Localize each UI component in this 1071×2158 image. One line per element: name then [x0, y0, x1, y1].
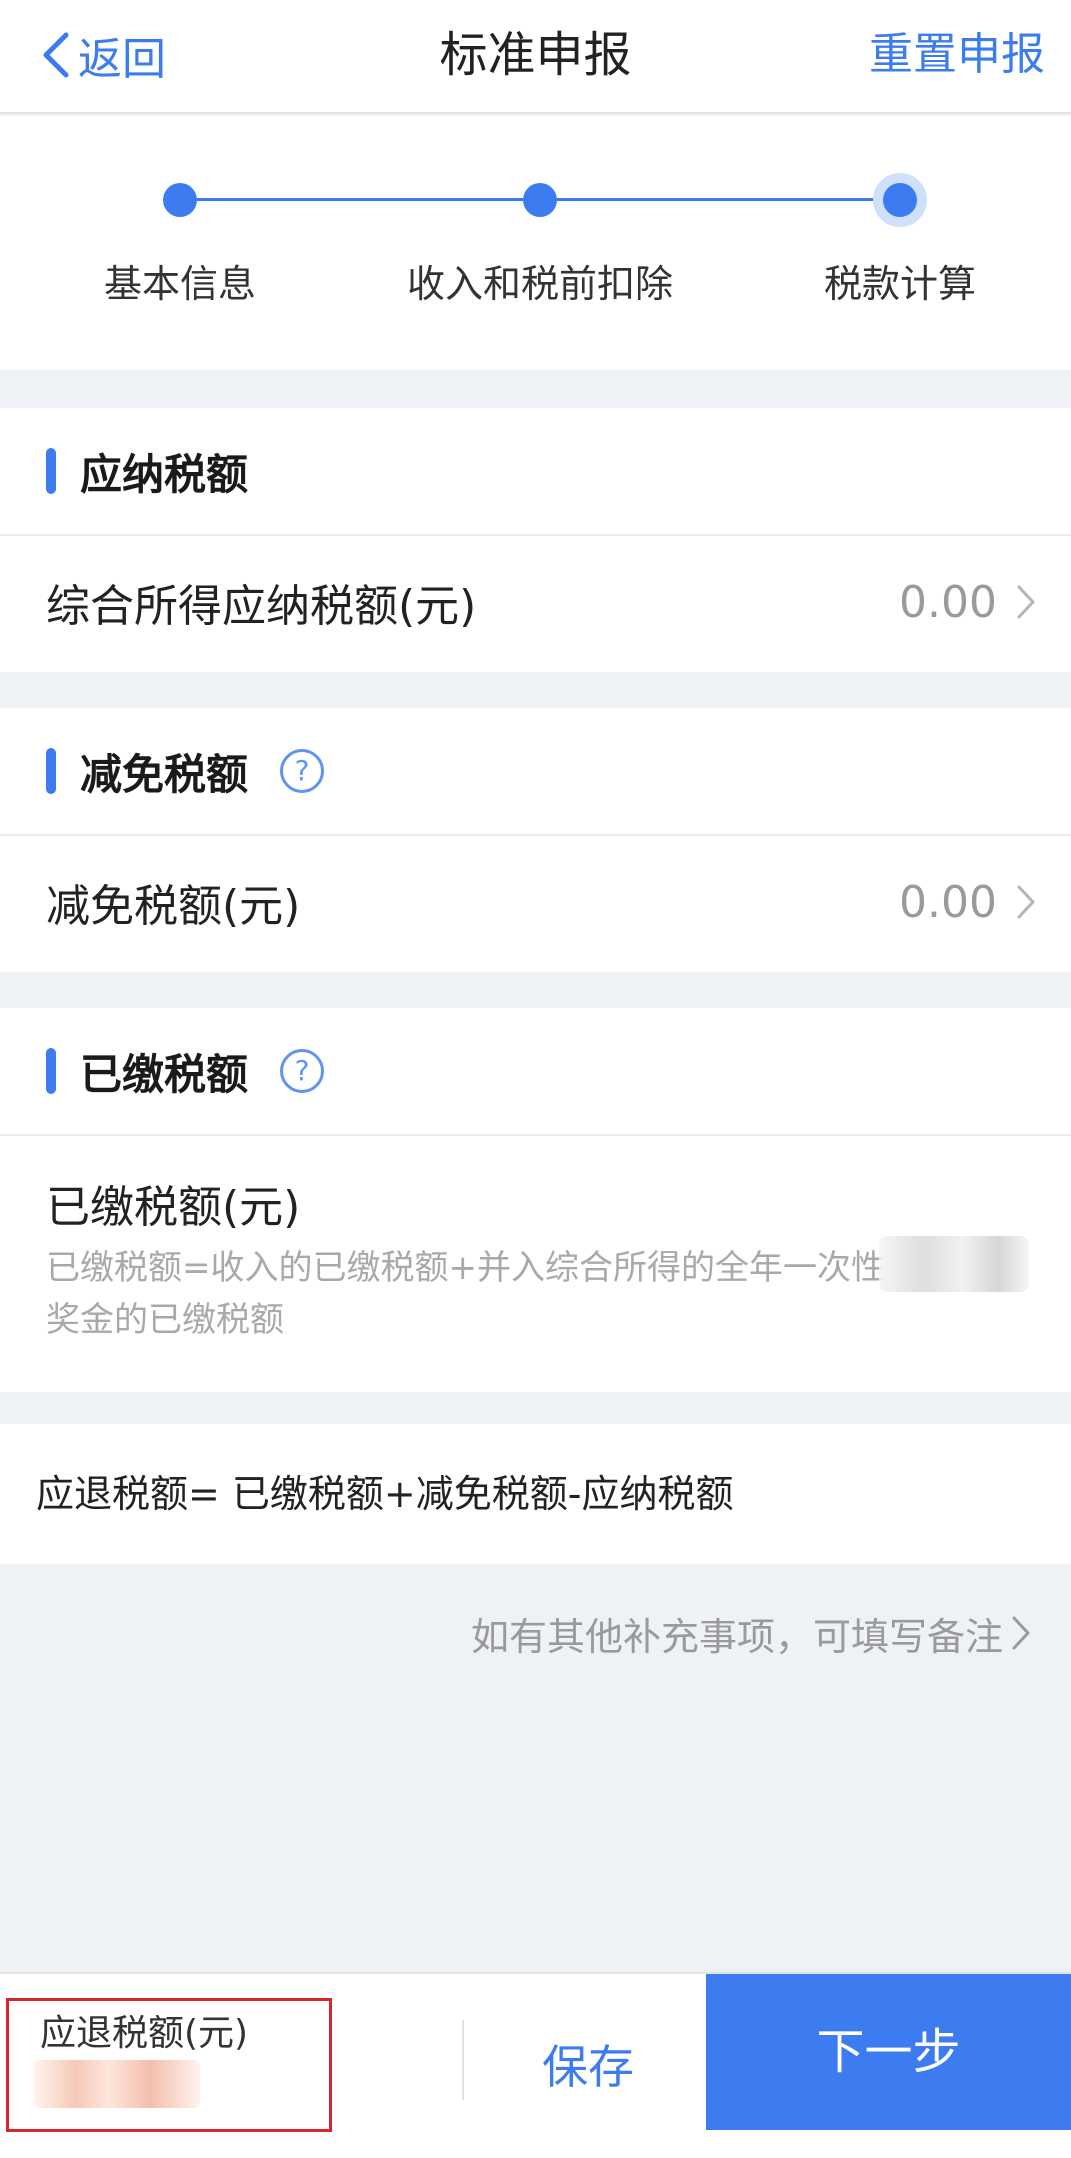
section-header-payable: 应纳税额	[0, 408, 1071, 536]
nav-bar: 返回 标准申报 重置申报	[0, 0, 1071, 114]
progress-stepper: 基本信息 收入和税前扣除 税款计算	[0, 116, 1071, 370]
back-button[interactable]: 返回	[40, 22, 166, 88]
paid-tax-card: 已缴税额 ? 已缴税额(元) 已缴税额=收入的已缴税额+并入综合所得的全年一次性…	[0, 1008, 1071, 1392]
section-title-payable: 应纳税额	[80, 449, 249, 499]
bottom-action-bar: 应退税额(元) 保存 下一步	[0, 1972, 1071, 2158]
refund-formula: 应退税额= 已缴税额+减免税额-应纳税额	[0, 1424, 1071, 1564]
payable-tax-label: 综合所得应纳税额(元)	[46, 581, 477, 632]
step-label-income[interactable]: 收入和税前扣除	[360, 258, 720, 310]
reset-declaration-button[interactable]: 重置申报	[869, 22, 1045, 88]
step-dot-tax-calc	[873, 173, 927, 227]
step-dot-income	[523, 183, 557, 217]
paid-tax-value-blurred	[879, 1236, 1029, 1292]
save-button[interactable]: 保存	[470, 1974, 706, 2158]
paid-tax-label: 已缴税额(元)	[46, 1182, 301, 1233]
step-connector	[540, 198, 900, 201]
section-accent-bar	[46, 748, 56, 794]
add-remark-link[interactable]: 如有其他补充事项，可填写备注	[471, 1600, 1031, 1666]
refund-amount-label: 应退税额(元)	[40, 2013, 249, 2054]
section-header-paid: 已缴税额 ?	[0, 1008, 1071, 1136]
section-title-reduction: 减免税额	[80, 749, 249, 799]
remark-label: 如有其他补充事项，可填写备注	[470, 1614, 1003, 1659]
section-title-paid: 已缴税额	[80, 1049, 249, 1099]
paid-tax-row[interactable]: 已缴税额(元) 已缴税额=收入的已缴税额+并入综合所得的全年一次性奖金的已缴税额	[0, 1136, 1071, 1372]
divider	[462, 2020, 464, 2100]
step-label-tax-calc[interactable]: 税款计算	[720, 258, 1071, 310]
next-step-button[interactable]: 下一步	[706, 1974, 1071, 2130]
reduction-tax-card: 减免税额 ? 减免税额(元) 0.00	[0, 708, 1071, 972]
reduction-tax-row[interactable]: 减免税额(元) 0.00	[0, 836, 1071, 968]
payable-tax-value: 0.00	[899, 576, 997, 628]
step-label-basic-info[interactable]: 基本信息	[0, 258, 360, 310]
chevron-right-icon	[1015, 583, 1037, 621]
reduction-tax-label: 减免税额(元)	[46, 881, 301, 932]
section-header-reduction: 减免税额 ?	[0, 708, 1071, 836]
back-label: 返回	[78, 34, 166, 85]
payable-tax-row[interactable]: 综合所得应纳税额(元) 0.00	[0, 536, 1071, 668]
refund-amount-blurred	[34, 2060, 200, 2108]
paid-tax-description: 已缴税额=收入的已缴税额+并入综合所得的全年一次性奖金的已缴税额	[46, 1248, 885, 1340]
section-accent-bar	[46, 1048, 56, 1094]
payable-tax-card: 应纳税额 综合所得应纳税额(元) 0.00	[0, 408, 1071, 672]
chevron-right-icon	[1015, 883, 1037, 921]
question-circle-icon[interactable]: ?	[280, 1049, 325, 1093]
question-circle-icon[interactable]: ?	[280, 749, 325, 793]
section-accent-bar	[46, 448, 56, 494]
chevron-right-icon	[1012, 1616, 1030, 1650]
chevron-left-icon	[43, 32, 69, 78]
step-dot-basic-info	[163, 183, 197, 217]
step-connector	[180, 198, 540, 201]
reduction-tax-value: 0.00	[899, 876, 997, 928]
